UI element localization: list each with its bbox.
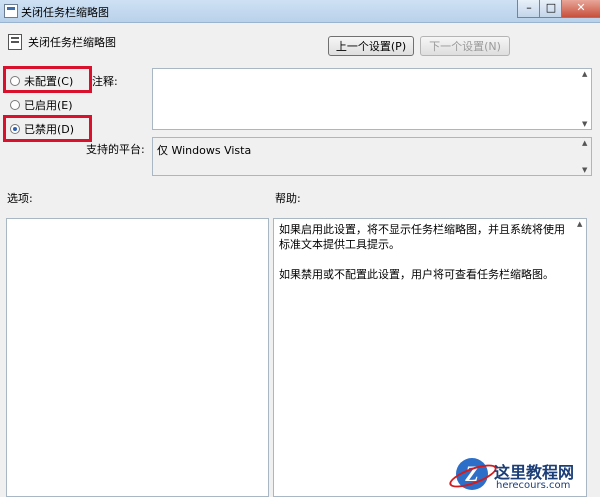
supported-platform-value: 仅 Windows Vista: [157, 144, 252, 157]
watermark-url: herecours.com: [496, 480, 571, 491]
title-bar: 关闭任务栏缩略图 – □ ✕: [0, 0, 600, 23]
scroll-down-arrow-icon[interactable]: ▼: [582, 120, 587, 128]
scroll-up-arrow-icon[interactable]: ▲: [582, 70, 587, 78]
policy-setting-icon: [8, 34, 22, 50]
annotation-highlight-not-configured: [3, 66, 92, 93]
help-text: 如果启用此设置，将不显示任务栏缩略图，并且系统将使用标准文本提供工具提示。 如果…: [279, 223, 565, 281]
maximize-button[interactable]: □: [539, 0, 563, 18]
watermark-logo-icon: Z: [456, 458, 488, 490]
scroll-up-arrow-icon[interactable]: ▲: [582, 139, 587, 147]
radio-enabled[interactable]: 已启用(E): [10, 97, 73, 113]
comment-scrollbar[interactable]: ▲ ▼: [581, 69, 591, 129]
close-button[interactable]: ✕: [561, 0, 600, 18]
previous-setting-button[interactable]: 上一个设置(P): [328, 36, 414, 56]
help-label: 帮助:: [275, 192, 301, 205]
next-setting-button[interactable]: 下一个设置(N): [420, 36, 510, 56]
radio-circle[interactable]: [10, 100, 20, 110]
platform-scrollbar[interactable]: ▲ ▼: [581, 138, 591, 175]
scroll-down-arrow-icon[interactable]: ▼: [582, 166, 587, 174]
options-label: 选项:: [7, 192, 33, 205]
radio-label-enabled: 已启用(E): [24, 99, 73, 112]
policy-window-icon: [4, 4, 18, 18]
comment-textarea[interactable]: ▲ ▼: [152, 68, 592, 130]
annotation-highlight-disabled: [3, 115, 92, 142]
watermark: Z 这里教程网 herecours.com: [450, 455, 600, 497]
options-panel: [6, 218, 269, 497]
comment-label: 注释:: [92, 75, 118, 88]
window-title: 关闭任务栏缩略图: [21, 6, 109, 19]
minimize-button[interactable]: –: [517, 0, 541, 18]
policy-title: 关闭任务栏缩略图: [28, 36, 116, 49]
platform-label: 支持的平台:: [86, 143, 145, 156]
supported-platform-field: 仅 Windows Vista ▲ ▼: [152, 137, 592, 176]
scroll-up-arrow-icon[interactable]: ▲: [577, 220, 582, 228]
